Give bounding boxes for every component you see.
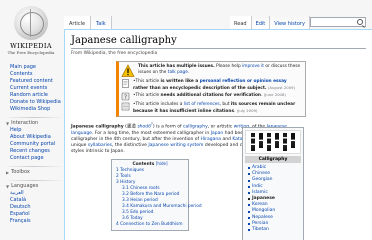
page-tagline: From Wikipedia, the free encyclopedia xyxy=(71,51,158,56)
talk-page-link[interactable]: talk page xyxy=(168,70,188,75)
navbox-list: Arabic Chinese Georgian Indic Islamic Ja… xyxy=(245,165,301,233)
languages-portal: ▼ Languages العربية Català Deutsch Españ… xyxy=(4,180,64,225)
improve-link[interactable]: improve it xyxy=(242,64,264,69)
citations-icon xyxy=(121,102,130,111)
languages-heading[interactable]: ▼ Languages xyxy=(6,183,62,190)
japan-link[interactable]: Japan xyxy=(211,131,224,136)
table-of-contents: Contents [hide] 1 Techniques 2 Tools 3 H… xyxy=(111,158,202,231)
nav-help[interactable]: Help xyxy=(10,127,62,134)
toc-hide-toggle[interactable]: [hide] xyxy=(156,161,168,166)
logo-wordmark: WIKIPEDIA xyxy=(10,42,52,50)
question-book-icon: ? xyxy=(121,92,130,101)
navbox-title[interactable]: Calligraphy xyxy=(245,156,301,163)
japanese-writing-system-link[interactable]: Japanese writing system xyxy=(148,143,203,148)
svg-text:?: ? xyxy=(124,94,127,101)
navbox-item[interactable]: Tibetan xyxy=(248,227,301,233)
tab-edit[interactable]: Edit xyxy=(251,16,271,29)
nav-community-portal[interactable]: Community portal xyxy=(10,141,62,148)
nav-featured-content[interactable]: Featured content xyxy=(10,78,62,85)
divider xyxy=(4,166,64,167)
tab-read[interactable]: Read xyxy=(230,16,252,29)
lang-arabic[interactable]: العربية xyxy=(10,190,62,197)
personal-reflection-link[interactable]: personal reflection or opinion essay xyxy=(200,79,287,84)
nav-donate[interactable]: Donate to Wikipedia xyxy=(10,99,62,106)
essay-issue-icon xyxy=(121,79,130,88)
toc-entry[interactable]: 3.4 Kamakura and Muromachi period xyxy=(116,204,202,210)
globe-icon xyxy=(14,6,48,40)
nav-wikimedia-shop[interactable]: Wikimedia Shop xyxy=(10,106,62,113)
lang-french[interactable]: Français xyxy=(10,218,62,225)
toc-title: Contents xyxy=(132,161,155,167)
divider xyxy=(4,117,64,118)
syllabaries-link[interactable]: syllabaries xyxy=(88,143,112,148)
lang-spanish[interactable]: Español xyxy=(10,211,62,218)
nav-contents[interactable]: Contents xyxy=(10,71,62,78)
calligraphy-navbox: Calligraphy Arabic Chinese Georgian Indi… xyxy=(242,127,304,240)
nav-current-events[interactable]: Current events xyxy=(10,85,62,92)
interaction-portal: ▼ Interaction Help About Wikipedia Commu… xyxy=(4,117,64,162)
tab-talk[interactable]: Talk xyxy=(91,16,112,29)
issues-notice: This article has multiple issues. Please… xyxy=(116,61,306,118)
article-content: Japanese calligraphy From Wikipedia, the… xyxy=(64,29,372,240)
wikipedia-logo[interactable]: WIKIPEDIA The Free Encyclopedia xyxy=(6,2,56,60)
lang-catalan[interactable]: Català xyxy=(10,197,62,204)
nav-about-wikipedia[interactable]: About Wikipedia xyxy=(10,134,62,141)
nav-contact-page[interactable]: Contact page xyxy=(10,155,62,162)
divider xyxy=(4,180,64,181)
nav-recent-changes[interactable]: Recent changes xyxy=(10,148,62,155)
expand-arrow-icon: ▼ xyxy=(6,184,10,189)
nav-main-page[interactable]: Main page xyxy=(10,64,62,71)
nav-random-article[interactable]: Random article xyxy=(10,92,62,99)
toc-entry[interactable]: 4 Connection to Zen Buddhism xyxy=(116,222,184,228)
interaction-heading[interactable]: ▼ Interaction xyxy=(6,120,62,127)
toc-entry[interactable]: 3.2 Before the Nara period xyxy=(116,192,184,198)
calligraphy-image[interactable] xyxy=(245,130,301,154)
lang-german[interactable]: Deutsch xyxy=(10,204,62,211)
page-title: Japanese calligraphy xyxy=(71,34,366,49)
expand-arrow-icon: ▼ xyxy=(6,121,10,126)
search-input[interactable] xyxy=(310,17,366,27)
view-tabs: Read Edit View history xyxy=(230,16,310,29)
namespace-tabs: Article Talk xyxy=(64,16,112,29)
warning-icon xyxy=(121,64,135,78)
toolbox-portal: ▶ Toolbox xyxy=(4,166,64,176)
logo-tagline: The Free Encyclopedia xyxy=(7,50,55,55)
tab-article[interactable]: Article xyxy=(64,16,92,29)
tab-view-history[interactable]: View history xyxy=(270,16,310,29)
hiragana-link[interactable]: Hiragana xyxy=(201,137,221,142)
collapsed-arrow-icon: ▶ xyxy=(6,170,10,175)
sidebar: Main page Contents Featured content Curr… xyxy=(0,64,64,225)
search-icon[interactable] xyxy=(357,19,363,25)
calligraphy-link[interactable]: calligraphy xyxy=(183,125,208,130)
issues-headline: This article has multiple issues. xyxy=(138,64,215,69)
toolbox-heading[interactable]: ▶ Toolbox xyxy=(6,169,62,176)
list-of-references-link[interactable]: list of references xyxy=(184,102,220,107)
